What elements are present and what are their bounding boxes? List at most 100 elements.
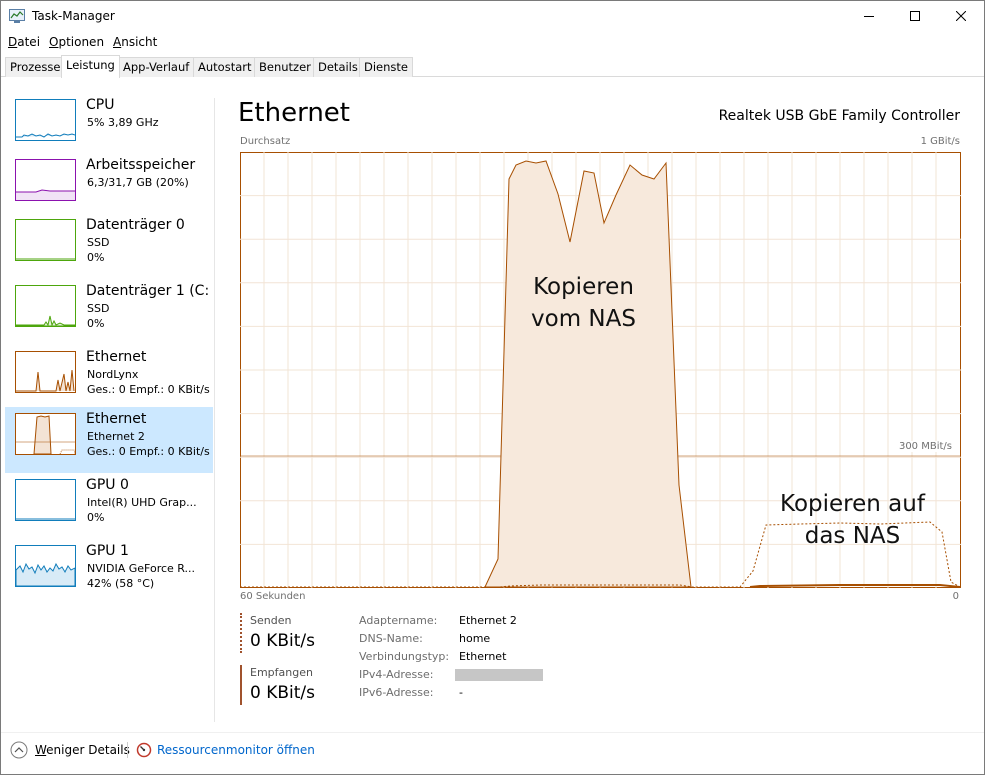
sidebar-divider[interactable]: [214, 98, 215, 722]
time-end-label: 0: [952, 591, 959, 602]
sidebar-item-usage: 0%: [87, 317, 105, 330]
footer-separator: [127, 742, 128, 758]
menu-datei[interactable]: Datei: [8, 35, 40, 49]
sidebar-item-title: GPU 0: [86, 477, 129, 493]
minimize-button[interactable]: [846, 1, 892, 31]
footer-divider: [1, 732, 984, 733]
graph-mid-label: 300 MBit/s: [896, 441, 954, 452]
chevron-up-icon: [10, 741, 28, 759]
sidebar-item-detail: NVIDIA GeForce R...: [87, 562, 196, 575]
property-value: Ethernet: [459, 650, 507, 663]
resource-monitor-link[interactable]: Ressourcenmonitor öffnen: [136, 741, 315, 759]
sidebar-item-title: Ethernet: [86, 411, 147, 427]
ethernet2-thumbnail-graph: [15, 413, 76, 455]
property-key: IPv4-Adresse:: [359, 668, 434, 681]
sidebar-item-ethernet-nordlynx[interactable]: Ethernet NordLynx Ges.: 0 Empf.: 0 KBit/…: [5, 345, 213, 411]
sidebar-item-title: Ethernet: [86, 349, 147, 365]
tab-details[interactable]: Details: [313, 57, 363, 77]
annotation-upload-line1: Kopieren auf: [780, 491, 925, 517]
resource-monitor-label: Ressourcenmonitor öffnen: [157, 743, 315, 757]
receive-label: Empfangen: [250, 666, 313, 679]
page-title: Ethernet: [238, 98, 350, 128]
sidebar-item-detail: 6,3/31,7 GB (20%): [87, 176, 189, 189]
menu-ansicht-label: nsicht: [121, 35, 158, 49]
sidebar-item-title: Datenträger 1 (C: D: [86, 283, 213, 299]
gpu0-thumbnail-graph: [15, 479, 76, 521]
tab-dienste[interactable]: Dienste: [359, 57, 413, 77]
ethernet-nordlynx-thumbnail-graph: [15, 351, 76, 393]
redacted-ipv4-value: [455, 669, 543, 681]
annotation-download-line1: Kopieren: [533, 274, 634, 300]
menu-datei-mnemonic: D: [8, 35, 18, 49]
graph-label: Durchsatz: [240, 136, 291, 147]
sidebar-item-arbeitsspeicher[interactable]: Arbeitsspeicher 6,3/31,7 GB (20%): [5, 153, 213, 219]
sidebar-item-detail: Intel(R) UHD Grap...: [87, 496, 197, 509]
tab-autostart[interactable]: Autostart: [193, 57, 257, 77]
memory-thumbnail-graph: [15, 159, 76, 201]
sidebar-item-title: GPU 1: [86, 543, 129, 559]
sidebar-item-datentraeger-1[interactable]: Datenträger 1 (C: D SSD 0%: [5, 279, 213, 345]
cpu-thumbnail-graph: [15, 99, 76, 141]
minimize-icon: [864, 16, 874, 17]
annotation-upload-line2: das NAS: [804, 523, 901, 549]
disk1-thumbnail-graph: [15, 285, 76, 327]
adapter-name: Realtek USB GbE Family Controller: [718, 108, 960, 124]
menu-datei-label: atei: [17, 35, 41, 49]
send-stat: Senden 0 KBit/s: [240, 613, 315, 653]
time-span-label: 60 Sekunden: [240, 591, 306, 602]
sidebar-item-usage: Ges.: 0 Empf.: 0 KBit/s: [87, 445, 210, 458]
tab-benutzer[interactable]: Benutzer: [254, 57, 316, 77]
disk0-thumbnail-graph: [15, 219, 76, 261]
property-value: -: [459, 686, 463, 699]
less-details-rest: eniger Details: [46, 743, 130, 757]
sidebar-item-title: CPU: [86, 97, 115, 113]
sidebar-item-usage: 42% (58 °C): [87, 577, 155, 590]
annotation-download-line2: vom NAS: [531, 306, 636, 332]
property-key: IPv6-Adresse:: [359, 686, 434, 699]
gpu1-thumbnail-graph: [15, 545, 76, 587]
annotation-download: Kopieren vom NAS: [506, 271, 661, 335]
send-label: Senden: [250, 614, 292, 627]
sidebar-item-ethernet-2[interactable]: Ethernet Ethernet 2 Ges.: 0 Empf.: 0 KBi…: [5, 407, 213, 473]
sidebar-item-detail: SSD: [87, 236, 110, 249]
received-series-area: [484, 160, 692, 588]
less-details-label: Weniger Details: [35, 743, 130, 757]
sidebar-item-title: Datenträger 0: [86, 217, 185, 233]
menu-ansicht[interactable]: Ansicht: [113, 35, 157, 49]
title-bar[interactable]: Task-Manager: [1, 1, 984, 31]
performance-sidebar: CPU 5% 3,89 GHz Arbeitsspeicher 6,3/31,7…: [5, 93, 213, 728]
close-button[interactable]: [938, 1, 984, 31]
property-key: DNS-Name:: [359, 632, 423, 645]
less-details-mnemonic: W: [35, 743, 47, 757]
menu-optionen[interactable]: Optionen: [49, 35, 104, 49]
resource-monitor-icon: [136, 742, 152, 758]
task-manager-window: Task-Manager Datei Optionen Ansicht Proz…: [0, 0, 985, 775]
sidebar-item-title: Arbeitsspeicher: [86, 157, 196, 173]
tab-app-verlauf[interactable]: App-Verlauf: [118, 57, 195, 77]
menu-bar: Datei Optionen Ansicht: [1, 32, 984, 52]
menu-optionen-label: ptionen: [58, 35, 105, 49]
sidebar-item-detail: SSD: [87, 302, 110, 315]
graph-max-label: 1 GBit/s: [920, 136, 960, 147]
tab-leistung[interactable]: Leistung: [61, 55, 120, 78]
maximize-button[interactable]: [892, 1, 938, 31]
sidebar-item-usage: 0%: [87, 251, 105, 264]
window-title: Task-Manager: [32, 9, 115, 23]
sidebar-item-gpu-0[interactable]: GPU 0 Intel(R) UHD Grap... 0%: [5, 473, 213, 539]
sidebar-item-gpu-1[interactable]: GPU 1 NVIDIA GeForce R... 42% (58 °C): [5, 539, 213, 605]
sidebar-item-detail: NordLynx: [87, 368, 139, 381]
close-icon: [956, 11, 966, 21]
less-details-button[interactable]: Weniger Details: [10, 741, 130, 759]
send-value: 0 KBit/s: [250, 631, 316, 651]
property-value: Ethernet 2: [459, 614, 517, 627]
property-key: Adaptername:: [359, 614, 438, 627]
receive-value: 0 KBit/s: [250, 683, 316, 703]
sidebar-item-cpu[interactable]: CPU 5% 3,89 GHz: [5, 93, 213, 159]
receive-stat: Empfangen 0 KBit/s: [240, 665, 315, 705]
sidebar-item-datentraeger-0[interactable]: Datenträger 0 SSD 0%: [5, 213, 213, 279]
tab-prozesse[interactable]: Prozesse: [5, 57, 66, 77]
sidebar-item-usage: Ges.: 0 Empf.: 0 KBit/s: [87, 383, 210, 396]
tab-strip: Prozesse Leistung App-Verlauf Autostart …: [1, 55, 984, 78]
annotation-upload: Kopieren auf das NAS: [765, 488, 940, 552]
menu-ansicht-mnemonic: A: [113, 35, 122, 49]
